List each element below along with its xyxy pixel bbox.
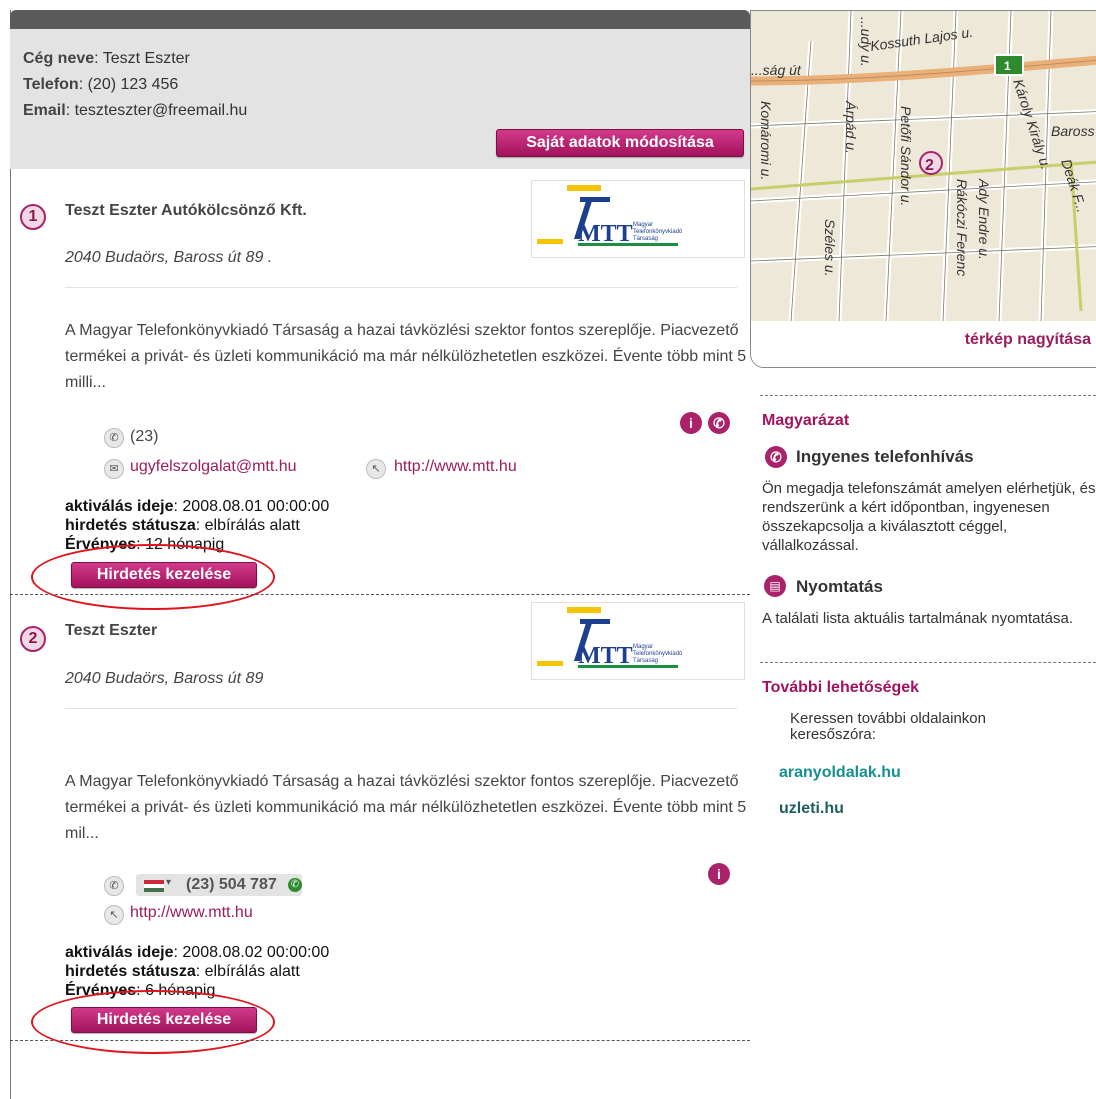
phone-row: Telefon: (20) 123 456 — [23, 76, 179, 93]
listing-description: A Magyar Telefonkönyvkiadó Társaság a ha… — [65, 322, 747, 391]
print-icon[interactable]: ▤ — [764, 575, 786, 597]
activation-value: 2008.08.01 00:00:00 — [182, 498, 330, 515]
activation-row: aktiválás ideje: 2008.08.02 00:00:00 — [65, 944, 330, 961]
profile-panel: Cég neve: Teszt Eszter Telefon: (20) 123… — [10, 29, 750, 169]
listing-address: 2040 Budaörs, Baross út 89 — [65, 670, 264, 687]
street-label: Ady Endre u. — [976, 178, 992, 260]
status-label: hirdetés státusza — [65, 517, 196, 534]
free-call-text: Ön megadja telefonszámát amelyen elérhet… — [762, 480, 1096, 554]
company-row: Cég neve: Teszt Eszter — [23, 50, 190, 67]
street-label: ...ság út — [751, 62, 802, 78]
free-call-icon: ✆ — [765, 446, 787, 468]
listing-address: 2040 Budaörs, Baross út 89 . — [65, 249, 273, 266]
listing-email-link[interactable]: ugyfelszolgalat@mtt.hu — [130, 458, 297, 476]
company-logo: MTT Magyar Telefonkönyvkiadó Társaság — [531, 602, 745, 680]
phone-label: Telefon — [23, 76, 79, 93]
listing-title[interactable]: Teszt Eszter Autókölcsönző Kft. — [65, 202, 307, 220]
phone-display[interactable]: ▾ (23) 504 787 ✆ — [136, 874, 302, 896]
company-logo: MTT Magyar Telefonkönyvkiadó Társaság — [531, 180, 745, 258]
logo-line3: Társaság — [633, 236, 658, 242]
status-row: hirdetés státusza: elbírálás alatt — [65, 963, 300, 980]
status-label: hirdetés státusza — [65, 963, 196, 980]
activation-value: 2008.08.02 00:00:00 — [182, 944, 330, 961]
listing-number-badge: 1 — [20, 204, 46, 230]
hungarian-flag-icon — [144, 880, 164, 892]
company-label: Cég neve — [23, 50, 95, 67]
listing-number-badge: 2 — [20, 626, 46, 652]
listing-website-link[interactable]: http://www.mtt.hu — [130, 904, 253, 922]
logo-line2: Telefonkönyvkiadó — [633, 651, 683, 657]
legend-heading: Magyarázat — [762, 412, 850, 429]
listing-separator — [10, 594, 750, 595]
annotation-circle — [31, 544, 275, 610]
print-title[interactable]: Nyomtatás — [796, 577, 883, 597]
street-label: Komáromi u. — [758, 101, 774, 180]
info-icon[interactable]: i — [708, 863, 730, 885]
sidebar-separator — [760, 395, 1096, 396]
sidebar-separator — [760, 662, 1096, 663]
logo-line1: Magyar — [633, 222, 653, 228]
street-label: Rákóczi Ferenc — [954, 179, 970, 276]
divider — [65, 287, 737, 288]
call-green-icon[interactable]: ✆ — [288, 878, 302, 892]
status-value: elbírálás alatt — [204, 963, 300, 980]
map-marker-label: 2 — [925, 157, 934, 174]
mtt-logo-icon: MTT Magyar Telefonkönyvkiadó Társaság — [537, 607, 683, 669]
road-sign-label: 1 — [1004, 59, 1011, 73]
phone-icon: ✆ — [104, 876, 124, 896]
more-heading: További lehetőségek — [762, 679, 920, 696]
web-cursor-icon: ↖ — [366, 459, 386, 479]
phone-icon: ✆ — [104, 428, 124, 448]
status-value: elbírálás alatt — [204, 517, 300, 534]
status-row: hirdetés státusza: elbírálás alatt — [65, 517, 300, 534]
aranyoldalak-link[interactable]: aranyoldalak.hu — [779, 764, 901, 782]
logo-line2: Telefonkönyvkiadó — [633, 229, 683, 235]
map-image[interactable]: 1 2 Kossuth Lajos u. ...ság út Károly Ki… — [751, 11, 1096, 367]
mail-icon: ✉ — [104, 459, 124, 479]
map-zoom-link[interactable]: térkép nagyítása — [965, 331, 1091, 349]
dropdown-arrow-icon: ▾ — [166, 877, 172, 888]
web-cursor-icon: ↖ — [104, 905, 124, 925]
company-value: Teszt Eszter — [102, 50, 190, 67]
annotation-circle — [31, 990, 275, 1054]
street-label: ...udy u. — [858, 17, 874, 67]
street-label: Petőfi Sándor u. — [898, 106, 914, 206]
info-icon[interactable]: i — [680, 412, 702, 434]
logo-line3: Társaság — [633, 658, 658, 664]
activation-row: aktiválás ideje: 2008.08.01 00:00:00 — [65, 498, 330, 515]
listing-title[interactable]: Teszt Eszter — [65, 622, 157, 640]
activation-label: aktiválás ideje — [65, 498, 174, 515]
top-bar — [10, 10, 750, 29]
phone-value: (20) 123 456 — [87, 76, 179, 93]
listing-website-link[interactable]: http://www.mtt.hu — [394, 458, 517, 476]
listing-description: A Magyar Telefonkönyvkiadó Társaság a ha… — [65, 773, 747, 842]
activation-label: aktiválás ideje — [65, 944, 174, 961]
mtt-logo-icon: MTT Magyar Telefonkönyvkiadó Társaság — [537, 185, 683, 247]
edit-profile-button[interactable]: Saját adatok módosítása — [496, 129, 744, 157]
free-call-title: Ingyenes telefonhívás — [796, 447, 974, 466]
free-call-icon[interactable]: ✆ — [708, 412, 730, 434]
logo-line1: Magyar — [633, 644, 653, 650]
more-text: Keressen további oldalainkon keresőszóra… — [790, 710, 986, 743]
street-label: Árpád u. — [843, 100, 859, 154]
street-label: Széles u. — [822, 219, 838, 277]
listing-separator — [10, 1040, 750, 1041]
email-label: Email — [23, 102, 66, 119]
listing-phone: (23) — [130, 428, 159, 445]
email-value: teszteszter@freemail.hu — [74, 102, 248, 119]
listing-phone: (23) 504 787 — [186, 876, 277, 893]
map-panel[interactable]: 1 2 Kossuth Lajos u. ...ság út Károly Ki… — [750, 10, 1096, 368]
email-row: Email: teszteszter@freemail.hu — [23, 102, 248, 119]
street-label: Baross — [1051, 123, 1095, 139]
divider — [65, 708, 737, 709]
print-text: A találati lista aktuális tartalmának ny… — [762, 610, 1073, 627]
uzleti-link[interactable]: uzleti.hu — [779, 800, 844, 818]
